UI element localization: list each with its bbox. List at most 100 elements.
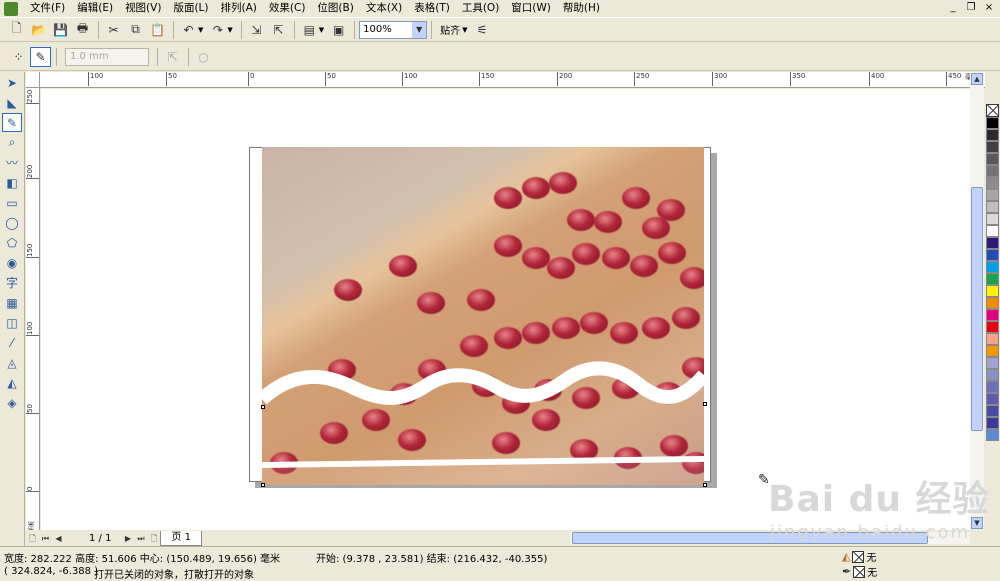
color-swatch[interactable] xyxy=(986,405,999,417)
menu-arrange[interactable]: 排列(A) xyxy=(215,0,263,17)
zoom-select[interactable]: 100% ▼ xyxy=(359,20,428,39)
print-icon[interactable]: 🖶 xyxy=(72,20,93,40)
color-swatch[interactable] xyxy=(986,153,999,165)
chevron-down-icon[interactable]: ▼ xyxy=(412,21,427,38)
ellipse-tool-icon[interactable]: ◯ xyxy=(2,213,22,232)
import-icon[interactable]: ⇲ xyxy=(246,20,267,40)
pick-tool-icon[interactable]: ➤ xyxy=(2,73,22,92)
polygon-tool-icon[interactable]: ⬠ xyxy=(2,233,22,252)
color-swatch[interactable] xyxy=(986,417,999,429)
minimize-button[interactable]: _ xyxy=(946,1,960,15)
color-swatch[interactable] xyxy=(986,213,999,225)
color-swatch[interactable] xyxy=(986,321,999,333)
page-tab[interactable]: 页 1 xyxy=(160,530,202,546)
color-swatch[interactable] xyxy=(986,261,999,273)
menu-tools[interactable]: 工具(O) xyxy=(456,0,505,17)
ruler-corner[interactable] xyxy=(26,72,40,88)
color-swatch[interactable] xyxy=(986,309,999,321)
next-page-icon[interactable]: ▶ xyxy=(121,532,134,545)
drawing-canvas[interactable]: ✎ xyxy=(41,89,970,530)
add-page-end-icon[interactable]: 🗋 xyxy=(147,532,160,545)
no-color-swatch[interactable] xyxy=(986,104,999,117)
text-tool-icon[interactable]: 字 xyxy=(2,273,22,292)
menu-bitmaps[interactable]: 位图(B) xyxy=(311,0,359,17)
new-icon[interactable]: 🗋 xyxy=(6,20,27,40)
color-swatch[interactable] xyxy=(986,393,999,405)
color-swatch[interactable] xyxy=(986,345,999,357)
app-icon[interactable] xyxy=(4,1,18,16)
color-swatch[interactable] xyxy=(986,369,999,381)
add-page-icon[interactable]: 🗋 xyxy=(26,532,39,545)
color-swatch[interactable] xyxy=(986,285,999,297)
export-icon[interactable]: ⇱ xyxy=(268,20,289,40)
fill-indicator[interactable]: ◭ 无 xyxy=(842,549,876,564)
app-launcher-icon[interactable]: ▤ xyxy=(299,20,320,40)
color-swatch[interactable] xyxy=(986,333,999,345)
freehand-tool-icon[interactable]: 〰 xyxy=(2,153,22,172)
color-swatch[interactable] xyxy=(986,429,999,441)
open-icon[interactable]: 📂 xyxy=(28,20,49,40)
chevron-down-icon[interactable]: ▼ xyxy=(319,26,324,34)
color-swatch[interactable] xyxy=(986,225,999,237)
eyedropper-icon[interactable]: ⁄ xyxy=(2,333,22,352)
color-swatch[interactable] xyxy=(986,381,999,393)
shape-tool-icon[interactable]: ◣ xyxy=(2,93,22,112)
red-beans-photo[interactable] xyxy=(262,147,704,485)
color-swatch[interactable] xyxy=(986,177,999,189)
outline-indicator[interactable]: ✒ 无 xyxy=(842,564,877,579)
color-swatch[interactable] xyxy=(986,201,999,213)
interactive-fill-icon[interactable]: ◈ xyxy=(2,393,22,412)
menu-help[interactable]: 帮助(H) xyxy=(557,0,606,17)
color-swatch[interactable] xyxy=(986,141,999,153)
color-swatch[interactable] xyxy=(986,249,999,261)
erase-mode-icon[interactable]: ✎ xyxy=(30,46,51,67)
outline-width-field[interactable]: 1.0 mm xyxy=(65,47,149,66)
color-swatch[interactable] xyxy=(986,165,999,177)
color-swatch[interactable] xyxy=(986,273,999,285)
menu-window[interactable]: 窗口(W) xyxy=(505,0,557,17)
color-swatch[interactable] xyxy=(986,357,999,369)
prev-page-icon[interactable]: ◀ xyxy=(52,532,65,545)
close-button[interactable]: × xyxy=(982,1,996,15)
vertical-scrollbar[interactable]: ▲ ▼ xyxy=(970,72,984,530)
menu-text[interactable]: 文本(X) xyxy=(360,0,408,17)
chevron-down-icon[interactable]: ▼ xyxy=(462,26,467,34)
snap-label[interactable]: 贴齐 xyxy=(436,22,464,37)
selection-handle[interactable] xyxy=(703,483,707,487)
menu-effects[interactable]: 效果(C) xyxy=(263,0,312,17)
smart-fill-icon[interactable]: ◧ xyxy=(2,173,22,192)
selection-handle[interactable] xyxy=(261,483,265,487)
scroll-up-icon[interactable]: ▲ xyxy=(971,73,983,85)
selection-handle[interactable] xyxy=(703,402,707,406)
welcome-screen-icon[interactable]: ▣ xyxy=(328,20,349,40)
redo-icon[interactable]: ↷ xyxy=(207,20,228,40)
last-page-icon[interactable]: ⏭ xyxy=(134,532,147,545)
auto-reduce-icon[interactable]: ⁘ xyxy=(8,47,29,67)
menu-edit[interactable]: 编辑(E) xyxy=(71,0,119,17)
chevron-down-icon[interactable]: ▼ xyxy=(227,26,232,34)
first-page-icon[interactable]: ⏮ xyxy=(39,532,52,545)
color-swatch[interactable] xyxy=(986,237,999,249)
cut-icon[interactable]: ✂ xyxy=(103,20,124,40)
zoom-tool-icon[interactable]: ⌕ xyxy=(2,133,22,152)
rectangle-tool-icon[interactable]: ▭ xyxy=(2,193,22,212)
basic-shapes-icon[interactable]: ◉ xyxy=(2,253,22,272)
eraser-tool-icon[interactable]: ✎ xyxy=(2,113,22,132)
selection-handle[interactable] xyxy=(261,405,265,409)
vertical-ruler[interactable]: 250 200 150 100 50 0 毫米 xyxy=(26,88,40,530)
horizontal-ruler[interactable]: 100 50 0 50 100 150 200 250 300 350 400 … xyxy=(40,72,985,88)
circle-icon[interactable]: ○ xyxy=(193,47,214,67)
fill-tool-icon[interactable]: ◭ xyxy=(2,373,22,392)
menu-layout[interactable]: 版面(L) xyxy=(167,0,214,17)
menu-view[interactable]: 视图(V) xyxy=(119,0,167,17)
menu-table[interactable]: 表格(T) xyxy=(408,0,456,17)
white-wave-stroke[interactable] xyxy=(262,361,704,405)
undo-icon[interactable]: ↶ xyxy=(178,20,199,40)
color-swatch[interactable] xyxy=(986,117,999,129)
paste-icon[interactable]: 📋 xyxy=(147,20,168,40)
options-icon[interactable]: ⚟ xyxy=(472,20,493,40)
color-swatch[interactable] xyxy=(986,129,999,141)
scroll-thumb[interactable] xyxy=(971,187,983,431)
copy-icon[interactable]: ⧉ xyxy=(125,20,146,40)
color-swatch[interactable] xyxy=(986,189,999,201)
